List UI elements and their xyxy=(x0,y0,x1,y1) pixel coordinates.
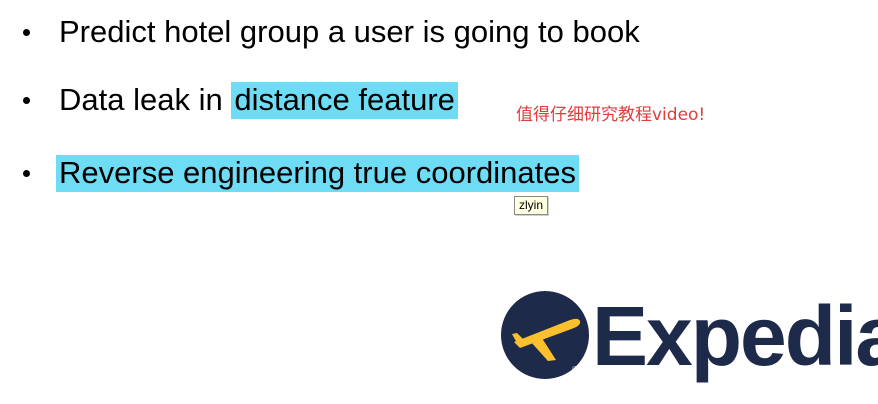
expedia-logo: ® Expedia xyxy=(500,288,878,388)
bullet-item-3: Reverse engineering true coordinates xyxy=(18,153,579,193)
bullet-text: Predict hotel group a user is going to b… xyxy=(59,14,640,49)
bullet-text-prefix: Data leak in xyxy=(59,82,232,117)
bullet-dot xyxy=(23,169,30,177)
bullet-text: Reverse engineering true coordinates xyxy=(56,154,579,192)
registered-mark: ® xyxy=(572,365,578,374)
highlighted-text: Reverse engineering true coordinates xyxy=(56,155,579,192)
annotation-note: 值得仔细研究教程video! xyxy=(516,105,706,125)
bullet-item-2: Data leak in distance feature xyxy=(18,80,458,120)
bullet-text: Data leak in distance feature xyxy=(59,81,458,119)
bullet-dot xyxy=(23,96,30,104)
highlighted-text: distance feature xyxy=(231,82,458,119)
slide: Predict hotel group a user is going to b… xyxy=(0,0,878,404)
author-tooltip: zlyin xyxy=(514,196,549,215)
bullet-dot xyxy=(23,28,30,36)
logo-wordmark: Expedia xyxy=(592,289,878,383)
airplane-icon: ® xyxy=(501,291,589,379)
bullet-item-1: Predict hotel group a user is going to b… xyxy=(18,12,640,52)
